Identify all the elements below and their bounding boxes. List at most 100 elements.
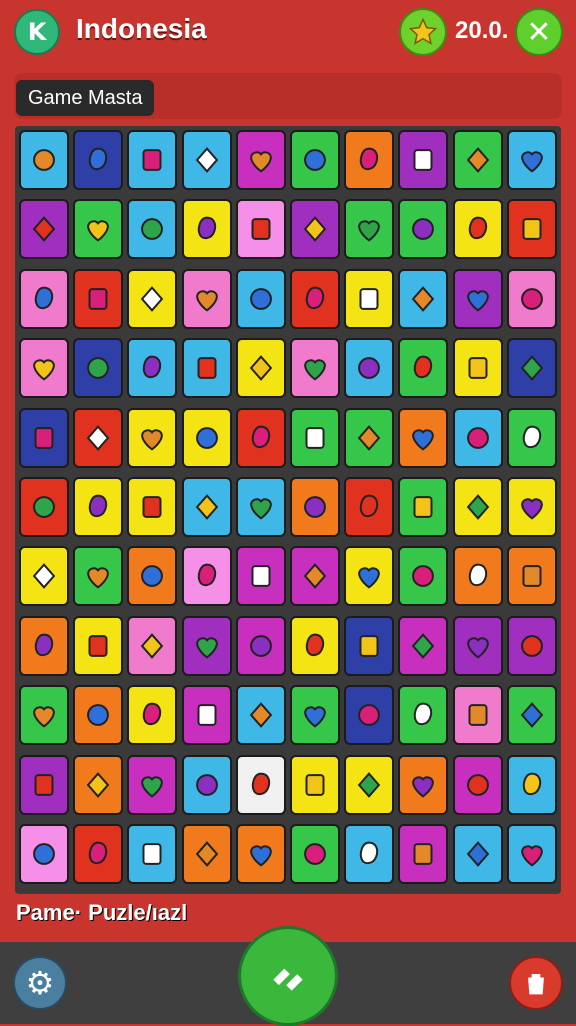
tile[interactable] (398, 546, 449, 607)
tile[interactable] (235, 615, 286, 676)
tile[interactable] (127, 199, 178, 260)
tile[interactable] (398, 407, 449, 468)
tile[interactable] (73, 338, 124, 399)
tile[interactable] (290, 130, 340, 190)
tile[interactable] (73, 130, 124, 190)
tile[interactable] (127, 754, 178, 815)
tile[interactable] (398, 268, 449, 329)
tile[interactable] (181, 130, 232, 190)
tile[interactable] (344, 546, 395, 607)
tile[interactable] (452, 130, 503, 190)
tile[interactable] (344, 407, 395, 468)
tile[interactable] (181, 754, 232, 815)
tile[interactable] (344, 615, 395, 676)
tile[interactable] (506, 338, 557, 399)
tile[interactable] (127, 824, 178, 884)
settings-button[interactable]: ⚙ (13, 956, 67, 1010)
tile[interactable] (127, 268, 178, 329)
tile[interactable] (506, 824, 557, 884)
tile[interactable] (235, 130, 286, 190)
tile[interactable] (73, 477, 124, 537)
tile[interactable] (127, 407, 178, 468)
tile[interactable] (19, 685, 69, 746)
tile[interactable] (235, 546, 286, 607)
tile[interactable] (19, 477, 69, 537)
tile[interactable] (19, 338, 69, 399)
tile[interactable] (398, 130, 449, 190)
tile[interactable] (290, 546, 340, 607)
tile[interactable] (452, 477, 503, 537)
tile[interactable] (290, 199, 340, 260)
star-button[interactable] (399, 8, 447, 56)
tile[interactable] (19, 130, 69, 190)
tile[interactable] (506, 268, 557, 329)
tile[interactable] (344, 824, 395, 884)
tile[interactable] (452, 685, 503, 746)
tile[interactable] (235, 824, 286, 884)
tile[interactable] (398, 615, 449, 676)
tile[interactable] (127, 615, 178, 676)
tile[interactable] (181, 199, 232, 260)
tile[interactable] (344, 130, 395, 190)
tile[interactable] (73, 407, 124, 468)
tile[interactable] (235, 685, 286, 746)
tile[interactable] (290, 338, 340, 399)
tile[interactable] (506, 685, 557, 746)
tile[interactable] (398, 754, 449, 815)
tile[interactable] (235, 338, 286, 399)
tile[interactable] (290, 615, 340, 676)
tile[interactable] (19, 199, 69, 260)
tile[interactable] (290, 754, 340, 815)
tile[interactable] (344, 477, 395, 537)
tile[interactable] (235, 199, 286, 260)
tile[interactable] (506, 477, 557, 537)
tile[interactable] (73, 546, 124, 607)
tile[interactable] (181, 546, 232, 607)
tile[interactable] (344, 338, 395, 399)
play-button[interactable] (238, 926, 338, 1026)
tile[interactable] (19, 268, 69, 329)
tile[interactable] (73, 824, 124, 884)
tile[interactable] (127, 477, 178, 537)
tile[interactable] (235, 407, 286, 468)
tile[interactable] (181, 477, 232, 537)
tile[interactable] (506, 615, 557, 676)
tile[interactable] (235, 754, 286, 815)
tile[interactable] (73, 199, 124, 260)
close-button[interactable]: ✕ (515, 8, 563, 56)
logo-button[interactable]: K (14, 9, 60, 55)
tile[interactable] (344, 754, 395, 815)
tile[interactable] (290, 407, 340, 468)
tile[interactable] (19, 407, 69, 468)
tile[interactable] (290, 824, 340, 884)
tile[interactable] (452, 546, 503, 607)
tile[interactable] (73, 615, 124, 676)
tile[interactable] (19, 615, 69, 676)
tile[interactable] (506, 407, 557, 468)
tile[interactable] (506, 546, 557, 607)
tile[interactable] (344, 268, 395, 329)
tile[interactable] (235, 477, 286, 537)
tile[interactable] (127, 130, 178, 190)
tile[interactable] (19, 824, 69, 884)
tile[interactable] (19, 754, 69, 815)
tile[interactable] (181, 268, 232, 329)
tile[interactable] (127, 338, 178, 399)
tile[interactable] (127, 546, 178, 607)
tile[interactable] (452, 338, 503, 399)
tile[interactable] (73, 754, 124, 815)
tile[interactable] (452, 268, 503, 329)
tile[interactable] (452, 199, 503, 260)
tile[interactable] (181, 685, 232, 746)
tile[interactable] (344, 199, 395, 260)
tile[interactable] (398, 338, 449, 399)
tile[interactable] (181, 338, 232, 399)
tile[interactable] (452, 615, 503, 676)
tile[interactable] (452, 754, 503, 815)
tile[interactable] (398, 824, 449, 884)
tile[interactable] (506, 130, 557, 190)
tile[interactable] (398, 199, 449, 260)
tile[interactable] (73, 685, 124, 746)
tile[interactable] (181, 407, 232, 468)
tile[interactable] (290, 477, 340, 537)
